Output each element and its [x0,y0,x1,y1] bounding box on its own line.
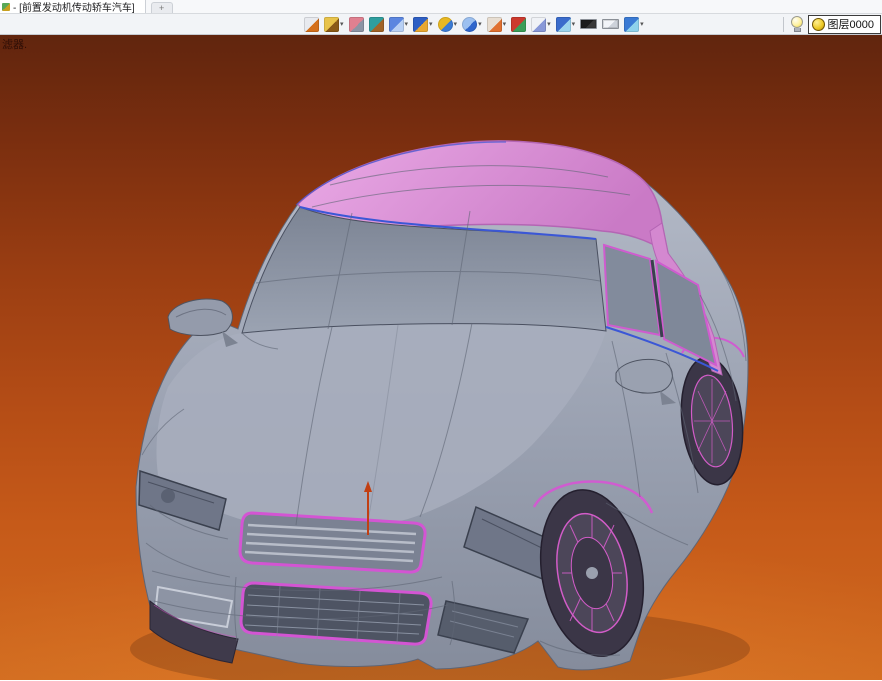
tab-title: - [前置发动机传动轿车汽车] [13,3,135,14]
selection-grid-icon[interactable] [510,16,527,33]
lighting-icon[interactable]: ▾ [486,16,508,33]
selection-grid-icon-glyph [511,16,527,32]
layer-visibility-bulb-icon[interactable] [791,16,804,32]
dropdown-arrow-icon[interactable]: ▾ [478,21,482,28]
layer-controls: 图层0000 [782,14,882,34]
texture-box-icon[interactable] [368,16,385,33]
shaded-cube-icon[interactable]: ▾ [412,16,434,33]
black-color-swatch[interactable] [579,18,598,30]
toolbar-separator [782,16,784,32]
dropdown-arrow-icon[interactable]: ▾ [340,21,344,28]
texture-box-icon-glyph [368,16,384,32]
white-color-swatch[interactable] [601,18,620,30]
marquee-icon-glyph [531,16,547,32]
material-fill-icon[interactable]: ▾ [323,16,345,33]
render-toolbar: ▾ ▾ ▾ ▾ ▾ ▾ ▾ ▾ ▾ 图层0000 [0,14,882,35]
display-monitor-icon-glyph [555,16,571,32]
toolbar-icons: ▾ ▾ ▾ ▾ ▾ ▾ ▾ ▾ ▾ [303,16,645,33]
3d-viewport[interactable]: 滤器. [0,35,882,680]
material-cube-icon[interactable]: ▾ [623,16,645,33]
dropdown-arrow-icon[interactable]: ▾ [547,21,551,28]
marquee-icon[interactable]: ▾ [530,16,552,33]
dropdown-arrow-icon[interactable]: ▾ [572,21,576,28]
dropdown-arrow-icon[interactable]: ▾ [640,21,644,28]
dropdown-arrow-icon[interactable]: ▾ [405,21,409,28]
filter-button[interactable]: 滤器. [2,36,27,52]
wireframe-cube-icon[interactable]: ▾ [388,16,410,33]
white-color-swatch-glyph [602,19,620,29]
document-tab[interactable]: - [前置发动机传动轿车汽车] [0,0,146,14]
document-icon [2,2,10,11]
pie-display-icon[interactable]: ▾ [437,16,459,33]
pie-display-icon-glyph [437,16,453,32]
dropdown-arrow-icon[interactable]: ▾ [454,21,458,28]
material-cube-icon-glyph [624,16,640,32]
shaded-cube-icon-glyph [413,16,429,32]
material-fill-icon-glyph [324,16,339,32]
current-layer-selector[interactable]: 图层0000 [807,14,881,34]
exit-icon-glyph [304,16,319,32]
titlebar: - [前置发动机传动轿车汽车] + [0,0,882,14]
bulb-globe [791,16,804,28]
car-3d-model[interactable] [0,35,882,680]
zoom-search-icon-glyph [462,16,478,32]
exit-icon[interactable] [303,16,320,33]
bulb-base [793,28,801,32]
display-monitor-icon[interactable]: ▾ [555,16,577,33]
grille-upper[interactable] [238,511,427,574]
pen-icon[interactable] [348,16,365,33]
zoom-search-icon[interactable]: ▾ [461,16,483,33]
lighting-icon-glyph [486,16,502,32]
layer-name-label: 图层0000 [827,19,874,31]
new-tab-button[interactable]: + [150,2,173,13]
layer-color-icon [811,17,825,31]
black-color-swatch-glyph [580,19,598,29]
dropdown-arrow-icon[interactable]: ▾ [503,21,507,28]
wireframe-cube-icon-glyph [388,16,404,32]
dropdown-arrow-icon[interactable]: ▾ [429,21,433,28]
pen-icon-glyph [348,16,364,32]
